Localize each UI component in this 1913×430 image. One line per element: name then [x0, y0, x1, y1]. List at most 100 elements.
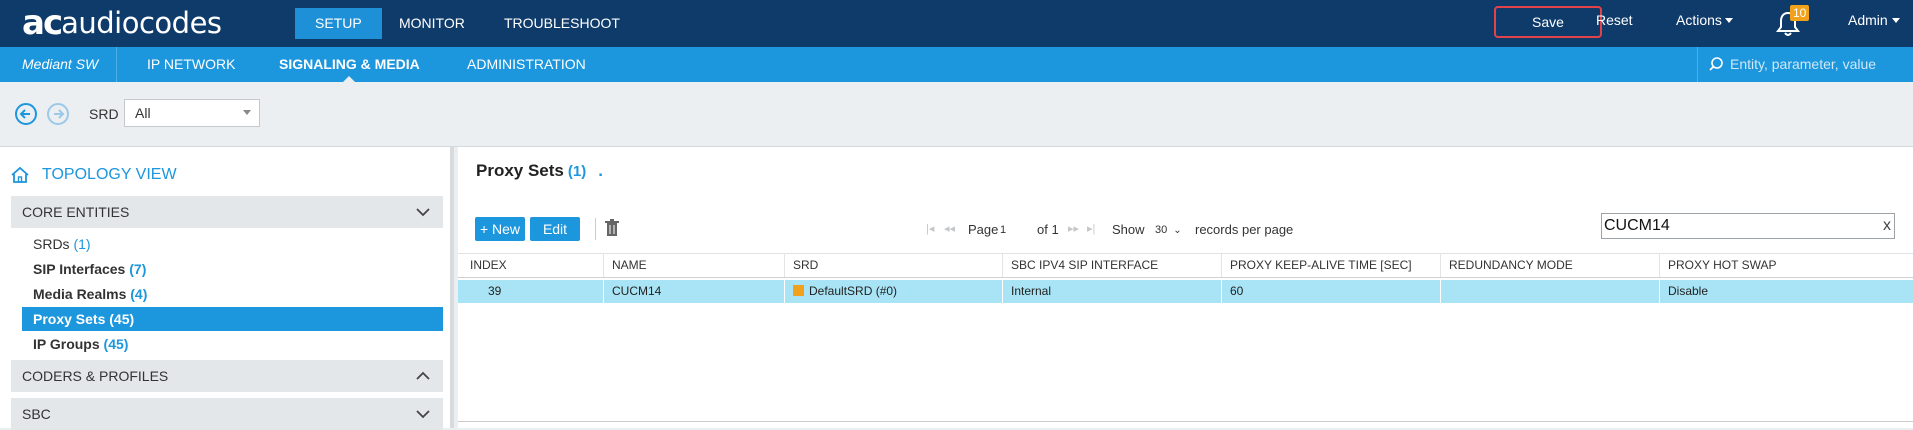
- section-core-entities-label: CORE ENTITIES: [22, 204, 130, 220]
- records-per-page-label: records per page: [1195, 222, 1294, 237]
- srd-color-icon: [793, 285, 804, 296]
- tree-item-srds[interactable]: SRDs (1): [22, 232, 443, 256]
- show-label: Show: [1112, 222, 1145, 237]
- record-count: (1): [567, 163, 587, 180]
- table-search-value: CUCM14: [1604, 217, 1670, 234]
- save-button[interactable]: Save: [1494, 6, 1602, 38]
- cell-hot-swap: Disable: [1668, 284, 1709, 298]
- tree-item-proxy-sets[interactable]: Proxy Sets (45): [22, 307, 443, 331]
- page-number-input[interactable]: 1: [1000, 224, 1006, 236]
- first-page-icon[interactable]: |◂: [926, 222, 934, 235]
- topology-view-link[interactable]: TOPOLOGY VIEW: [10, 165, 177, 185]
- audiocodes-logo: ac audiocodes: [22, 3, 222, 43]
- product-name: Mediant SW: [22, 56, 99, 72]
- arrow-left-icon: [19, 109, 30, 119]
- sub-nav-bar: Mediant SW IP NETWORK SIGNALING & MEDIA …: [0, 47, 1913, 82]
- cell-srd: DefaultSRD (#0): [785, 280, 1003, 303]
- reset-button-label: Reset: [1596, 12, 1633, 28]
- tree-item-count: (7): [129, 261, 147, 277]
- tree-item-count: (45): [103, 336, 129, 352]
- notification-count-badge: 10: [1790, 5, 1810, 21]
- cell-index: 39: [458, 280, 604, 303]
- delete-button[interactable]: [605, 219, 619, 240]
- nav-monitor[interactable]: MONITOR: [379, 8, 485, 39]
- column-header-keep-alive[interactable]: PROXY KEEP-ALIVE TIME [SEC]: [1222, 254, 1441, 277]
- divider: [595, 218, 596, 240]
- records-per-page-value: 30: [1155, 224, 1168, 236]
- section-coders-profiles[interactable]: CODERS & PROFILES: [11, 360, 443, 392]
- table-bottom-border: [458, 421, 1913, 422]
- subnav-signaling-media[interactable]: SIGNALING & MEDIA: [279, 47, 420, 82]
- column-header-index[interactable]: INDEX: [458, 254, 604, 277]
- tree-item-ip-groups[interactable]: IP Groups (45): [22, 332, 443, 356]
- last-page-icon[interactable]: ▸|: [1087, 222, 1095, 235]
- trash-icon: [605, 219, 619, 236]
- subnav-ip-network-label: IP NETWORK: [147, 56, 236, 72]
- nav-setup[interactable]: SETUP: [295, 8, 382, 39]
- new-button[interactable]: + New: [475, 217, 525, 241]
- title-dot: .: [598, 161, 603, 180]
- next-page-icon[interactable]: ▸▸: [1068, 222, 1079, 235]
- tree-item-label: Media Realms: [33, 286, 127, 302]
- tree-item-count: (1): [73, 236, 91, 252]
- filter-toolbar: SRD All: [0, 82, 1913, 147]
- cell-keep-alive: 60: [1222, 280, 1441, 303]
- table-header: INDEX NAME SRD SBC IPV4 SIP INTERFACE PR…: [458, 253, 1913, 278]
- reset-button[interactable]: Reset: [1596, 12, 1633, 28]
- new-button-label: + New: [479, 221, 521, 237]
- prev-page-icon[interactable]: ◂◂: [944, 222, 955, 235]
- edit-button[interactable]: Edit: [530, 217, 580, 241]
- user-menu[interactable]: Admin: [1848, 12, 1900, 28]
- tree-item-label: IP Groups: [33, 336, 100, 352]
- back-button[interactable]: [15, 103, 37, 125]
- tree-item-label: SRDs: [33, 236, 70, 252]
- global-search-input[interactable]: Entity, parameter, value: [1730, 47, 1876, 82]
- column-header-redundancy[interactable]: REDUNDANCY MODE: [1441, 254, 1660, 277]
- edit-button-label: Edit: [542, 221, 568, 237]
- caret-down-icon: [1891, 18, 1900, 23]
- subnav-administration-label: ADMINISTRATION: [467, 56, 586, 72]
- column-header-sip-interface[interactable]: SBC IPV4 SIP INTERFACE: [1003, 254, 1222, 277]
- chevron-up-icon: [416, 371, 430, 380]
- column-header-name[interactable]: NAME: [604, 254, 785, 277]
- srd-filter-select[interactable]: All: [124, 99, 260, 127]
- actions-menu[interactable]: Actions: [1676, 12, 1733, 28]
- caret-down-icon: [1724, 18, 1733, 23]
- records-per-page-select[interactable]: 30 ⌄: [1155, 224, 1182, 236]
- clear-search-icon[interactable]: x: [1883, 214, 1891, 238]
- section-sbc-label: SBC: [22, 406, 51, 422]
- save-button-label: Save: [1532, 14, 1564, 30]
- srd-filter-value: All: [135, 105, 151, 121]
- forward-button[interactable]: [47, 103, 69, 125]
- subnav-signaling-media-label: SIGNALING & MEDIA: [279, 56, 420, 72]
- subnav-administration[interactable]: ADMINISTRATION: [467, 47, 586, 82]
- tree-item-media-realms[interactable]: Media Realms (4): [22, 282, 443, 306]
- column-header-srd[interactable]: SRD: [785, 254, 1003, 277]
- tree-item-sip-interfaces[interactable]: SIP Interfaces (7): [22, 257, 443, 281]
- section-core-entities[interactable]: CORE ENTITIES: [11, 196, 443, 228]
- nav-monitor-label: MONITOR: [399, 15, 465, 31]
- cell-srd-text: DefaultSRD (#0): [809, 284, 898, 298]
- table-search-input[interactable]: CUCM14 x: [1601, 213, 1895, 239]
- nav-troubleshoot[interactable]: TROUBLESHOOT: [484, 8, 640, 39]
- page-label: Page: [968, 222, 999, 237]
- column-header-hot-swap[interactable]: PROXY HOT SWAP: [1660, 254, 1913, 277]
- page-title: Proxy Sets (1).: [476, 161, 603, 181]
- tree-item-count: (4): [130, 286, 148, 302]
- table-row[interactable]: 39 CUCM14 DefaultSRD (#0) Internal 60 Di…: [458, 280, 1913, 303]
- top-bar: ac audiocodes SETUP MONITOR TROUBLESHOOT …: [0, 0, 1913, 47]
- subnav-ip-network[interactable]: IP NETWORK: [147, 47, 235, 82]
- arrow-right-icon: [54, 109, 65, 119]
- nav-setup-label: SETUP: [315, 15, 362, 31]
- chevron-down-icon: [243, 110, 251, 115]
- home-icon: [11, 166, 29, 183]
- tree-item-count: (45): [109, 311, 135, 327]
- proxy-sets-panel: Proxy Sets (1). + New Edit |◂ ◂◂ Page 1 o…: [458, 147, 1913, 428]
- logo-text: audiocodes: [61, 6, 222, 40]
- divider: [116, 47, 117, 82]
- cell-name: CUCM14: [604, 280, 785, 303]
- section-sbc[interactable]: SBC: [11, 398, 443, 430]
- chevron-down-icon: [416, 208, 430, 217]
- global-search[interactable]: Entity, parameter, value: [1697, 47, 1913, 82]
- cell-sip-interface: Internal: [1003, 280, 1222, 303]
